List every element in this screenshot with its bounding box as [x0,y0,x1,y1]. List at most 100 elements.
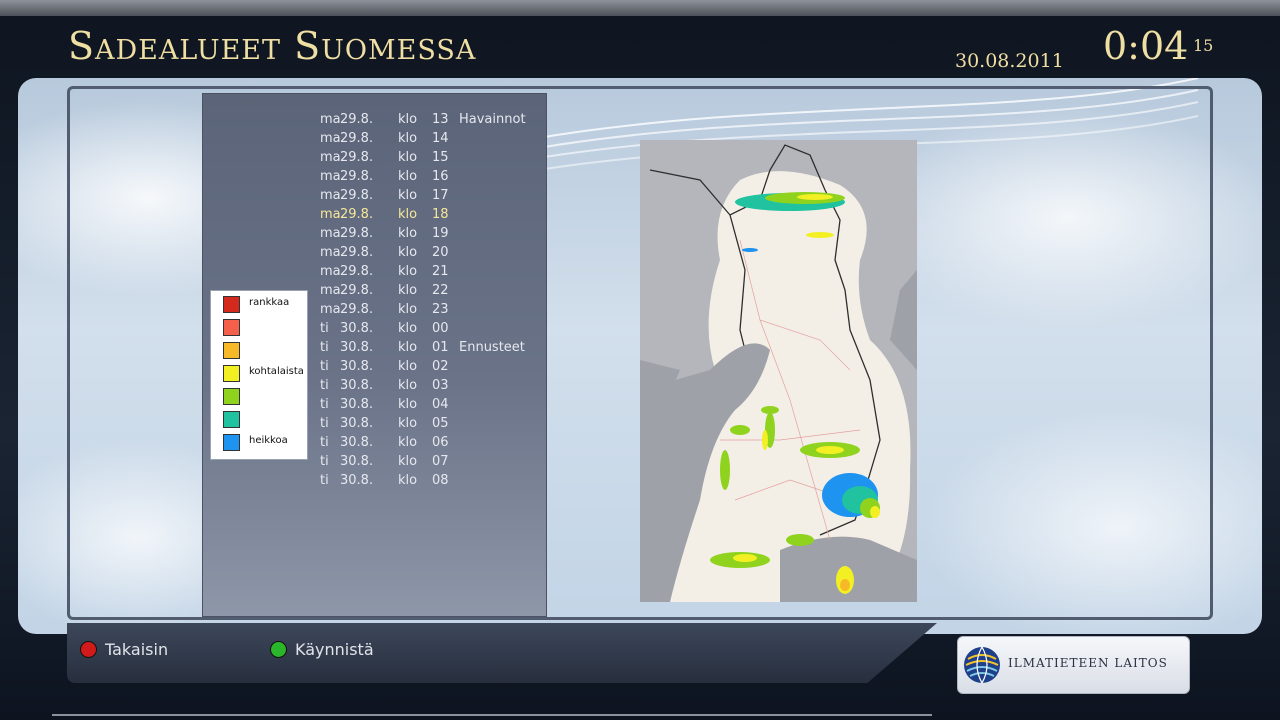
back-button-label: Takaisin [105,639,169,659]
top-bar [0,0,1280,16]
time-list-item[interactable]: ma 29.8. klo 19 [320,224,560,243]
time-list-klo: klo [398,169,418,184]
time-list-item[interactable]: ma 29.8. klo 16 [320,167,560,186]
time-list-item[interactable]: ma 29.8. klo 21 [320,262,560,281]
time-list-klo: klo [398,397,418,412]
time-list-hour: 18 [432,207,449,222]
time-list-day: ti [320,397,329,412]
legend-swatch [223,319,240,336]
time-list-item[interactable]: ti 30.8. klo 00 [320,319,560,338]
bottom-line [52,714,932,716]
time-list-day: ti [320,359,329,374]
time-list-date: 30.8. [340,435,374,450]
time-list-date: 30.8. [340,416,374,431]
legend-label: rankkaa [249,297,290,308]
time-list-day: ma [320,207,341,222]
time-list-item[interactable]: ti 30.8. klo 03 [320,376,560,395]
time-list-hour: 16 [432,169,449,184]
legend-label: heikkoa [249,435,288,446]
start-button-label: Käynnistä [295,639,374,659]
time-list-item[interactable]: ma 29.8. klo 23 [320,300,560,319]
time-list-item[interactable]: ti 30.8. klo 07 [320,452,560,471]
time-list-day: ti [320,340,329,355]
time-list-item[interactable]: ma 29.8. klo 13 Havainnot [320,110,560,129]
time-list-date: 29.8. [340,188,374,203]
current-date: 30.08.2011 [955,50,1064,72]
green-circle-icon [270,640,287,658]
fmi-logo: ILMATIETEEN LAITOS [957,636,1190,694]
time-list-hour: 19 [432,226,449,241]
time-list-date: 30.8. [340,473,374,488]
time-list-klo: klo [398,283,418,298]
time-list-hour: 00 [432,321,449,336]
time-list-date: 29.8. [340,112,374,127]
time-list-item[interactable]: ma 29.8. klo 18 [320,205,560,224]
time-list-note: Havainnot [459,112,526,127]
time-list-klo: klo [398,302,418,317]
time-list-item[interactable]: ti 30.8. klo 08 [320,471,560,490]
clock-seconds: 15 [1193,36,1214,55]
time-list-hour: 13 [432,112,449,127]
time-list-item[interactable]: ti 30.8. klo 02 [320,357,560,376]
back-button[interactable]: Takaisin [80,638,168,660]
time-list-item[interactable]: ma 29.8. klo 15 [320,148,560,167]
time-list-day: ma [320,226,341,241]
legend-swatch [223,388,240,405]
time-list-item[interactable]: ti 30.8. klo 01 Ennusteet [320,338,560,357]
time-list-day: ma [320,302,341,317]
time-list-day: ti [320,473,329,488]
time-list-item[interactable]: ma 29.8. klo 22 [320,281,560,300]
time-list-klo: klo [398,188,418,203]
time-list-hour: 05 [432,416,449,431]
time-list-note: Ennusteet [459,340,525,355]
time-list-item[interactable]: ma 29.8. klo 14 [320,129,560,148]
time-list-item[interactable]: ma 29.8. klo 17 [320,186,560,205]
time-list-day: ma [320,112,341,127]
start-button[interactable]: Käynnistä [270,638,374,660]
time-list-item[interactable]: ti 30.8. klo 04 [320,395,560,414]
time-list-hour: 01 [432,340,449,355]
time-list-klo: klo [398,321,418,336]
time-list-date: 29.8. [340,207,374,222]
time-list-date: 30.8. [340,378,374,393]
time-list-klo: klo [398,207,418,222]
precipitation-legend: rankkaa kohtalaista heikkoa [210,290,308,460]
fmi-globe-logo-icon [964,646,1000,684]
time-list-day: ma [320,245,341,260]
time-list-hour: 23 [432,302,449,317]
time-list-date: 30.8. [340,454,374,469]
legend-swatch [223,411,240,428]
time-list-hour: 20 [432,245,449,260]
time-list-day: ma [320,131,341,146]
time-list-day: ma [320,188,341,203]
time-list-day: ti [320,321,329,336]
page-title: Sadealueet Suomessa [68,24,477,68]
time-list-klo: klo [398,112,418,127]
time-list-date: 29.8. [340,169,374,184]
time-list-klo: klo [398,226,418,241]
time-list-hour: 03 [432,378,449,393]
clock: 0:04 [1103,24,1189,68]
time-list-item[interactable]: ti 30.8. klo 06 [320,433,560,452]
time-list-date: 30.8. [340,340,374,355]
time-list-hour: 21 [432,264,449,279]
time-list-date: 29.8. [340,131,374,146]
time-list-klo: klo [398,340,418,355]
time-list-day: ti [320,416,329,431]
time-list-hour: 17 [432,188,449,203]
time-list-date: 29.8. [340,150,374,165]
time-list-hour: 15 [432,150,449,165]
time-list-hour: 06 [432,435,449,450]
time-list-date: 30.8. [340,321,374,336]
time-list-day: ma [320,150,341,165]
time-list-day: ma [320,283,341,298]
time-list-klo: klo [398,454,418,469]
bottom-bar [67,623,937,683]
time-list-item[interactable]: ti 30.8. klo 05 [320,414,560,433]
time-list-klo: klo [398,245,418,260]
time-list-item[interactable]: ma 29.8. klo 20 [320,243,560,262]
radar-map [640,140,917,602]
legend-swatch [223,296,240,313]
time-list-klo: klo [398,435,418,450]
time-list-klo: klo [398,150,418,165]
